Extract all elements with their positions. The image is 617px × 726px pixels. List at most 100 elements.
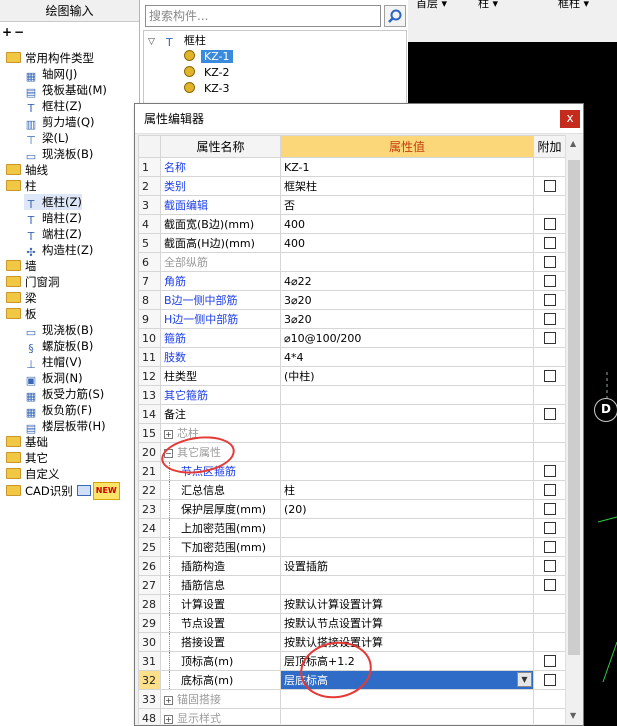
attach-checkbox[interactable] — [543, 255, 556, 268]
tree-item[interactable]: ⊥ 柱帽(V) — [24, 354, 82, 371]
tree-item[interactable]: ▦ 板受力筋(S) — [24, 386, 104, 403]
property-value[interactable]: 3⌀20 — [280, 309, 534, 329]
tree-folder[interactable]: CAD识别 NEW — [0, 482, 120, 500]
tree-item[interactable]: ✣ 构造柱(Z) — [24, 242, 93, 259]
scroll-down-icon[interactable]: ▼ — [570, 711, 576, 720]
tree-folder[interactable]: 基础 — [0, 434, 48, 450]
property-value[interactable]: 设置插筋 — [280, 556, 534, 576]
attach-checkbox[interactable] — [543, 179, 556, 192]
attach-checkbox[interactable] — [543, 654, 556, 667]
expand-icon[interactable]: + — [164, 715, 173, 724]
table-row[interactable]: 4 截面宽(B边)(mm) 400 — [138, 214, 565, 234]
tree-item[interactable]: ▤ 楼层板带(H) — [24, 418, 106, 435]
expand-icon[interactable]: + — [164, 696, 173, 705]
subtype-dropdown[interactable]: 框柱 ▾ — [558, 0, 589, 10]
attach-checkbox[interactable] — [543, 369, 556, 382]
property-value[interactable]: 按默认节点设置计算 — [280, 613, 534, 633]
table-row[interactable]: 28 计算设置 按默认计算设置计算 — [138, 594, 565, 614]
scrollbar-thumb[interactable] — [568, 160, 580, 655]
property-value[interactable] — [280, 575, 534, 595]
dialog-title-bar[interactable]: 属性编辑器 x — [135, 104, 583, 134]
table-row[interactable]: 3 截面编辑 否 — [138, 195, 565, 215]
attach-checkbox[interactable] — [543, 293, 556, 306]
list-item[interactable]: KZ-3 — [184, 81, 233, 97]
attach-checkbox[interactable] — [543, 464, 556, 477]
tree-item[interactable]: ▦ 板负筋(F) — [24, 402, 92, 419]
table-row[interactable]: 23 保护层厚度(mm) (20) — [138, 499, 565, 519]
tree-item[interactable]: ▣ 板洞(N) — [24, 370, 83, 387]
tree-folder[interactable]: 门窗洞 — [0, 274, 60, 290]
table-row[interactable]: 13 其它箍筋 — [138, 385, 565, 405]
property-value[interactable]: 否 — [280, 195, 534, 215]
attach-checkbox[interactable] — [543, 217, 556, 230]
table-row[interactable]: 21 节点区箍筋 — [138, 461, 565, 481]
tree-item[interactable]: § 螺旋板(B) — [24, 338, 93, 355]
property-value[interactable]: (中柱) — [280, 366, 534, 386]
property-value[interactable]: 层顶标高+1.2 — [280, 651, 534, 671]
table-row[interactable]: 30 搭接设置 按默认搭接设置计算 — [138, 632, 565, 652]
table-row[interactable]: 9 H边一侧中部筋 3⌀20 — [138, 309, 565, 329]
property-value[interactable]: 3⌀20 — [280, 290, 534, 310]
table-row[interactable]: 20− 其它属性 — [138, 442, 565, 462]
collapse-icon[interactable]: − — [164, 449, 173, 458]
list-item[interactable]: KZ-2 — [184, 65, 233, 81]
property-value[interactable] — [280, 404, 534, 424]
table-row[interactable]: 2 类别 框架柱 — [138, 176, 565, 196]
attach-checkbox[interactable] — [543, 312, 556, 325]
property-value[interactable]: 400 — [280, 214, 534, 234]
attach-checkbox[interactable] — [543, 502, 556, 515]
property-value[interactable]: (20) — [280, 499, 534, 519]
property-value[interactable] — [280, 518, 534, 538]
table-row[interactable]: 14 备注 — [138, 404, 565, 424]
table-row[interactable]: 22 汇总信息 柱 — [138, 480, 565, 500]
table-row[interactable]: 31 顶标高(m) 层顶标高+1.2 — [138, 651, 565, 671]
property-value[interactable]: ⌀10@100/200 — [280, 328, 534, 348]
attach-checkbox[interactable] — [543, 578, 556, 591]
attach-checkbox[interactable] — [543, 274, 556, 287]
property-value[interactable]: 按默认搭接设置计算 — [280, 632, 534, 652]
property-value[interactable] — [280, 442, 534, 462]
tree-folder[interactable]: 常用构件类型 — [0, 50, 94, 66]
attach-checkbox[interactable] — [543, 559, 556, 572]
table-row[interactable]: 7 角筋 4⌀22 — [138, 271, 565, 291]
property-value[interactable]: 框架柱 — [280, 176, 534, 196]
property-value[interactable] — [280, 708, 534, 724]
vertical-scrollbar[interactable]: ▲ ▼ — [565, 135, 582, 724]
property-value[interactable]: 柱 — [280, 480, 534, 500]
table-row[interactable]: 24 上加密范围(mm) — [138, 518, 565, 538]
list-item[interactable]: KZ-1 — [184, 49, 233, 65]
tree-item[interactable]: ⊤ 梁(L) — [24, 130, 69, 147]
table-row[interactable]: 8 B边一侧中部筋 3⌀20 — [138, 290, 565, 310]
tree-folder[interactable]: 墙 — [0, 258, 37, 274]
tree-folder[interactable]: 其它 — [0, 450, 48, 466]
tree-folder[interactable]: 板 — [0, 306, 37, 322]
close-button[interactable]: x — [560, 110, 580, 128]
table-row[interactable]: 27 插筋信息 — [138, 575, 565, 595]
scroll-up-icon[interactable]: ▲ — [570, 139, 576, 148]
tree-item[interactable]: T 框柱(Z) — [24, 98, 82, 115]
tree-item[interactable]: T 框柱(Z) — [24, 194, 82, 211]
expand-icon[interactable]: + — [164, 430, 173, 439]
attach-checkbox[interactable] — [543, 521, 556, 534]
attach-checkbox[interactable] — [543, 540, 556, 553]
type-dropdown[interactable]: 柱 ▾ — [478, 0, 498, 10]
property-value[interactable] — [280, 537, 534, 557]
tree-folder[interactable]: 轴线 — [0, 162, 48, 178]
tree-item[interactable]: T 暗柱(Z) — [24, 210, 82, 227]
table-row[interactable]: 11 肢数 4*4 — [138, 347, 565, 367]
table-row[interactable]: 25 下加密范围(mm) — [138, 537, 565, 557]
expand-all-icon[interactable]: + — [2, 25, 12, 39]
collapse-all-icon[interactable]: − — [14, 25, 24, 39]
tree-item[interactable]: ▥ 剪力墙(Q) — [24, 114, 95, 131]
table-row[interactable]: 33 + 锚固搭接 — [138, 689, 565, 709]
attach-checkbox[interactable] — [543, 673, 556, 686]
attach-checkbox[interactable] — [543, 407, 556, 420]
table-row[interactable]: 32 底标高(m) 层底标高 ▼ — [138, 670, 565, 690]
table-row[interactable]: 6 全部纵筋 — [138, 252, 565, 272]
tree-item[interactable]: ▤ 筏板基础(M) — [24, 82, 107, 99]
attach-checkbox[interactable] — [543, 236, 556, 249]
table-row[interactable]: 29 节点设置 按默认节点设置计算 — [138, 613, 565, 633]
property-value[interactable]: 4*4 — [280, 347, 534, 367]
property-value[interactable] — [280, 423, 534, 443]
table-row[interactable]: 1 名称 KZ-1 — [138, 157, 565, 177]
